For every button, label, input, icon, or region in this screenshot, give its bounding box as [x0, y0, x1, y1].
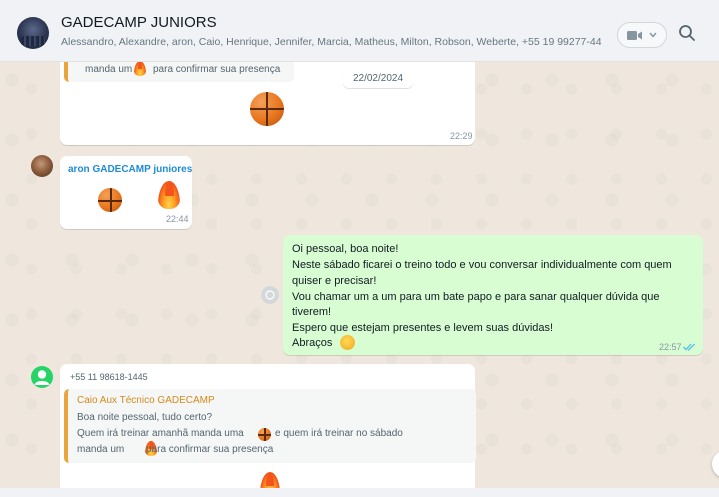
message-line: Oi pessoal, boa noite! — [292, 243, 399, 255]
message-line: quiser e precisar! — [292, 275, 377, 287]
sender-avatar-aron[interactable] — [31, 155, 53, 177]
message-time: 22:44 — [166, 214, 189, 224]
quoted-message[interactable]: Caio Aux Técnico GADECAMP Boa noite pess… — [64, 389, 476, 463]
chevron-down-icon — [649, 32, 657, 38]
message-time: 22:57 — [659, 342, 682, 352]
quoted-message[interactable]: manda um para confirmar sua presença — [64, 62, 294, 82]
quote-line: para confirmar sua presença — [146, 444, 274, 455]
sender-avatar-default[interactable] — [31, 366, 53, 388]
basketball-emoji — [98, 188, 122, 212]
basketball-emoji — [250, 92, 284, 126]
sender-phone[interactable]: +55 11 98618-1445 — [70, 372, 148, 382]
quote-line: Boa noite pessoal, tudo certo? — [77, 412, 213, 423]
message-line: Neste sábado ficarei o treino todo e vou… — [292, 259, 672, 271]
fire-emoji — [158, 181, 181, 209]
video-camera-icon — [627, 30, 642, 40]
fire-emoji — [134, 62, 146, 76]
composer-strip — [0, 488, 719, 497]
message-line: Abraços — [292, 337, 333, 349]
sender-name[interactable]: aron GADECAMP juniores — [68, 164, 192, 175]
message-bubble-3-outgoing[interactable]: Oi pessoal, boa noite! Neste sábado fica… — [283, 235, 703, 355]
message-line: tiverem! — [292, 306, 332, 318]
chat-messages-area[interactable]: manda um para confirmar sua presença 22:… — [0, 62, 719, 497]
group-name[interactable]: GADECAMP JUNIORS — [61, 14, 217, 31]
basketball-emoji — [258, 428, 271, 441]
message-line: Vou chamar um a um para um bate papo e p… — [292, 291, 660, 303]
search-icon[interactable] — [678, 24, 696, 42]
quote-author: Caio Aux Técnico GADECAMP — [77, 395, 215, 406]
user-icon — [34, 370, 50, 385]
smiley-icon — [265, 290, 275, 300]
quote-text-part1: manda um — [85, 64, 133, 75]
message-time: 22:29 — [450, 131, 473, 141]
message-bubble-4[interactable]: +55 11 98618-1445 Caio Aux Técnico GADEC… — [60, 364, 476, 497]
quote-line: Quem irá treinar amanhã manda uma — [77, 428, 244, 439]
quote-text-part2: para confirmar sua presença — [153, 64, 281, 75]
message-bubble-2[interactable]: aron GADECAMP juniores 22:44 — [60, 156, 192, 229]
group-avatar[interactable] — [17, 17, 49, 49]
scroll-to-bottom-button[interactable] — [712, 450, 719, 478]
forward-button[interactable] — [261, 286, 279, 304]
date-badge: 22/02/2024 — [343, 70, 413, 88]
double-check-icon — [683, 343, 695, 351]
hug-emoji — [340, 335, 355, 350]
chat-header: GADECAMP JUNIORS Alessandro, Alexandre, … — [0, 0, 719, 62]
message-line: Espero que estejam presentes e levem sua… — [292, 322, 554, 334]
group-members-list[interactable]: Alessandro, Alexandre, aron, Caio, Henri… — [61, 36, 601, 48]
video-call-button[interactable] — [617, 22, 667, 48]
quote-line: manda um — [77, 444, 125, 455]
quote-line: e quem irá treinar no sábado — [275, 428, 403, 439]
